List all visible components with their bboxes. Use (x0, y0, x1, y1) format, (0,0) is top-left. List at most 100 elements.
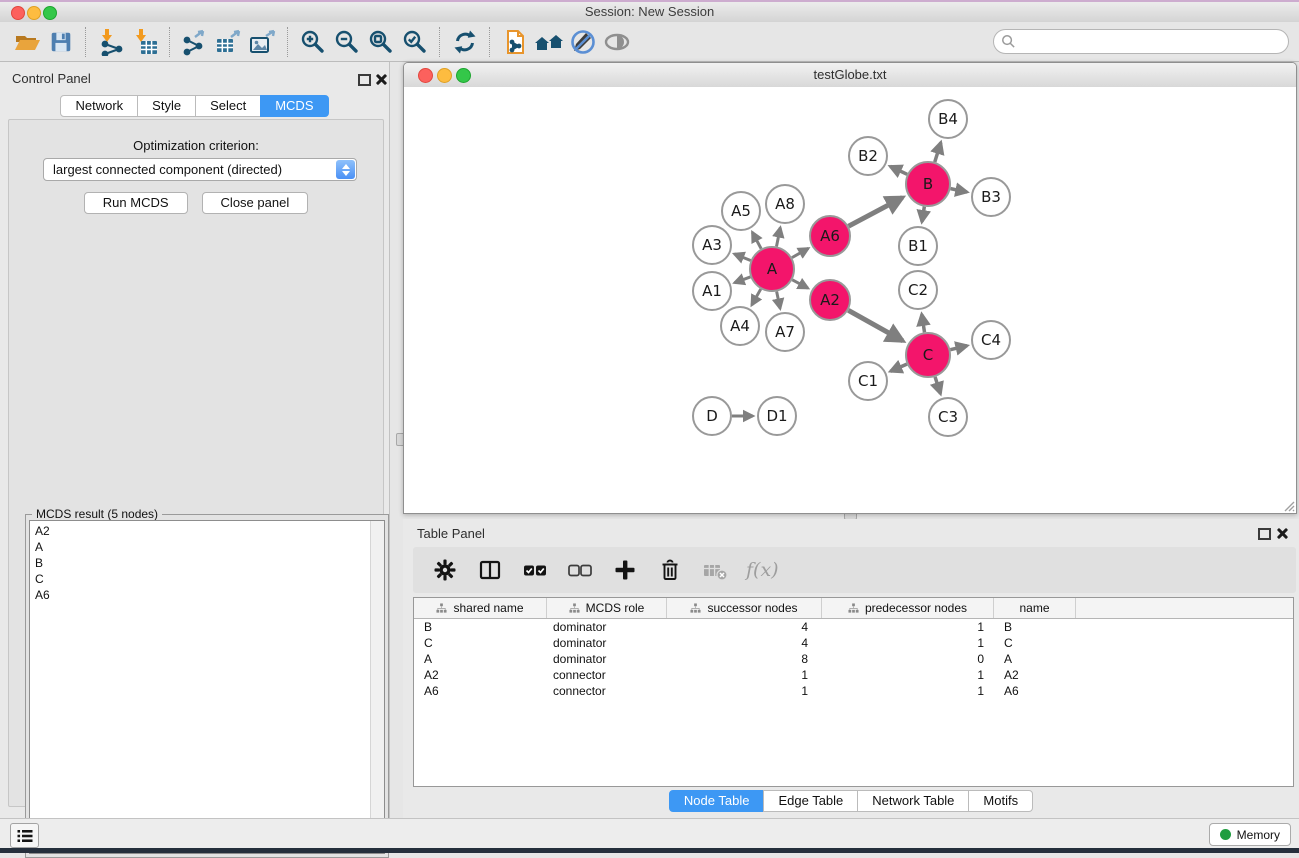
select-all-columns-button[interactable] (521, 556, 549, 584)
table-row[interactable]: C dominator 4 1 C (414, 635, 1293, 651)
mcds-result-item[interactable]: C (30, 571, 384, 587)
zoom-fit-button[interactable] (364, 25, 398, 59)
hide-graphics-details-button[interactable] (566, 25, 600, 59)
graph-node-C3[interactable]: C3 (929, 398, 967, 436)
graph-edge-A2-C[interactable] (848, 310, 902, 341)
graph-edge-A-A6[interactable] (792, 248, 808, 257)
resize-grip-icon[interactable] (1281, 498, 1295, 512)
graph-edge-B-B4[interactable] (935, 142, 941, 162)
table-row[interactable]: A2 connector 1 1 A2 (414, 667, 1293, 683)
graph-node-A1[interactable]: A1 (693, 272, 731, 310)
graph-node-B2[interactable]: B2 (849, 137, 887, 175)
graph-node-A4[interactable]: A4 (721, 307, 759, 345)
close-panel-icon[interactable] (1276, 527, 1288, 539)
export-image-button[interactable] (246, 25, 280, 59)
show-hide-eye-button[interactable] (600, 25, 634, 59)
export-table-button[interactable] (212, 25, 246, 59)
float-panel-icon[interactable] (1258, 528, 1271, 540)
graph-node-D1[interactable]: D1 (758, 397, 796, 435)
function-builder-button[interactable]: f(x) (746, 559, 779, 581)
export-network-button[interactable] (178, 25, 212, 59)
graph-edge-B-B2[interactable] (890, 166, 907, 174)
tab-network-table[interactable]: Network Table (857, 790, 969, 812)
graph-edge-A-A3[interactable] (734, 254, 750, 261)
graph-edge-A-A4[interactable] (752, 289, 761, 305)
tab-style[interactable]: Style (137, 95, 196, 117)
graph-edge-C-C3[interactable] (935, 377, 940, 394)
graph-node-A6[interactable]: A6 (810, 216, 850, 256)
task-history-button[interactable] (10, 823, 39, 848)
column-header-successor-nodes[interactable]: successor nodes (667, 598, 822, 618)
graph-edge-C-C2[interactable] (922, 314, 925, 332)
mcds-result-item[interactable]: A6 (30, 587, 384, 603)
graph-node-B4[interactable]: B4 (929, 100, 967, 138)
column-header-name[interactable]: name (994, 598, 1076, 618)
graph-node-D[interactable]: D (693, 397, 731, 435)
mcds-result-item[interactable]: A2 (30, 521, 384, 539)
graph-edge-A-A2[interactable] (792, 280, 808, 288)
graph-edge-B-B1[interactable] (922, 207, 924, 222)
column-header-mcds-role[interactable]: MCDS role (547, 598, 667, 618)
graph-node-B1[interactable]: B1 (899, 227, 937, 265)
run-mcds-button[interactable]: Run MCDS (84, 192, 188, 214)
unselect-all-columns-button[interactable] (566, 556, 594, 584)
tab-network[interactable]: Network (60, 95, 138, 117)
graph-edge-C-C1[interactable] (890, 364, 906, 371)
table-row[interactable]: A6 connector 1 1 A6 (414, 683, 1293, 699)
import-network-button[interactable] (94, 25, 128, 59)
graph-node-A3[interactable]: A3 (693, 226, 731, 264)
mcds-result-item[interactable]: A (30, 539, 384, 555)
network-window-titlebar[interactable]: testGlobe.txt (404, 63, 1296, 88)
graph-edge-A-A7[interactable] (777, 292, 781, 309)
tab-mcds[interactable]: MCDS (260, 95, 328, 117)
tab-motifs[interactable]: Motifs (968, 790, 1033, 812)
column-preferences-button[interactable] (476, 556, 504, 584)
import-table-button[interactable] (128, 25, 162, 59)
close-panel-button[interactable]: Close panel (202, 192, 309, 214)
mcds-result-list[interactable]: A2 A B C A6 (29, 520, 385, 854)
refresh-button[interactable] (448, 25, 482, 59)
column-header-predecessor-nodes[interactable]: predecessor nodes (822, 598, 994, 618)
graph-node-C4[interactable]: C4 (972, 321, 1010, 359)
graph-node-A2[interactable]: A2 (810, 280, 850, 320)
table-row[interactable]: A dominator 8 0 A (414, 651, 1293, 667)
graph-node-B[interactable]: B (906, 162, 950, 206)
graph-edge-A-A1[interactable] (735, 277, 751, 283)
tab-node-table[interactable]: Node Table (669, 790, 765, 812)
zoom-in-button[interactable] (296, 25, 330, 59)
open-session-button[interactable] (10, 25, 44, 59)
scrollbar-track[interactable] (370, 521, 384, 853)
dropdown-stepper-icon[interactable] (336, 160, 355, 179)
graph-node-A5[interactable]: A5 (722, 192, 760, 230)
graph-node-C2[interactable]: C2 (899, 271, 937, 309)
open-browser-home-button[interactable] (532, 25, 566, 59)
table-settings-button[interactable] (431, 556, 459, 584)
graph-node-B3[interactable]: B3 (972, 178, 1010, 216)
graph-edge-C-C4[interactable] (950, 346, 967, 350)
tab-select[interactable]: Select (195, 95, 261, 117)
save-session-button[interactable] (44, 25, 78, 59)
criterion-dropdown[interactable]: largest connected component (directed) (43, 158, 357, 181)
close-panel-icon[interactable] (375, 73, 387, 85)
share-document-button[interactable] (498, 25, 532, 59)
add-column-button[interactable] (611, 556, 639, 584)
graph-edge-B-B3[interactable] (951, 189, 967, 192)
graph-node-A[interactable]: A (750, 247, 794, 291)
memory-button[interactable]: Memory (1209, 823, 1291, 846)
column-header-shared-name[interactable]: shared name (414, 598, 547, 618)
node-table[interactable]: shared name MCDS role successor nodes pr… (413, 597, 1294, 787)
tab-edge-table[interactable]: Edge Table (763, 790, 858, 812)
delete-table-button[interactable] (701, 556, 729, 584)
graph-node-A8[interactable]: A8 (766, 185, 804, 223)
table-row[interactable]: B dominator 4 1 B (414, 619, 1293, 635)
network-canvas[interactable]: AA1A2A3A4A5A6A7A8BB1B2B3B4CC1C2C3C4DD1 (404, 87, 1296, 513)
zoom-selected-button[interactable] (398, 25, 432, 59)
graph-node-A7[interactable]: A7 (766, 313, 804, 351)
graph-node-C[interactable]: C (906, 333, 950, 377)
float-panel-icon[interactable] (358, 74, 371, 86)
search-input[interactable] (993, 29, 1289, 54)
zoom-out-button[interactable] (330, 25, 364, 59)
graph-edge-A6-B[interactable] (849, 198, 903, 227)
delete-columns-button[interactable] (656, 556, 684, 584)
graph-edge-A-A5[interactable] (752, 232, 761, 249)
